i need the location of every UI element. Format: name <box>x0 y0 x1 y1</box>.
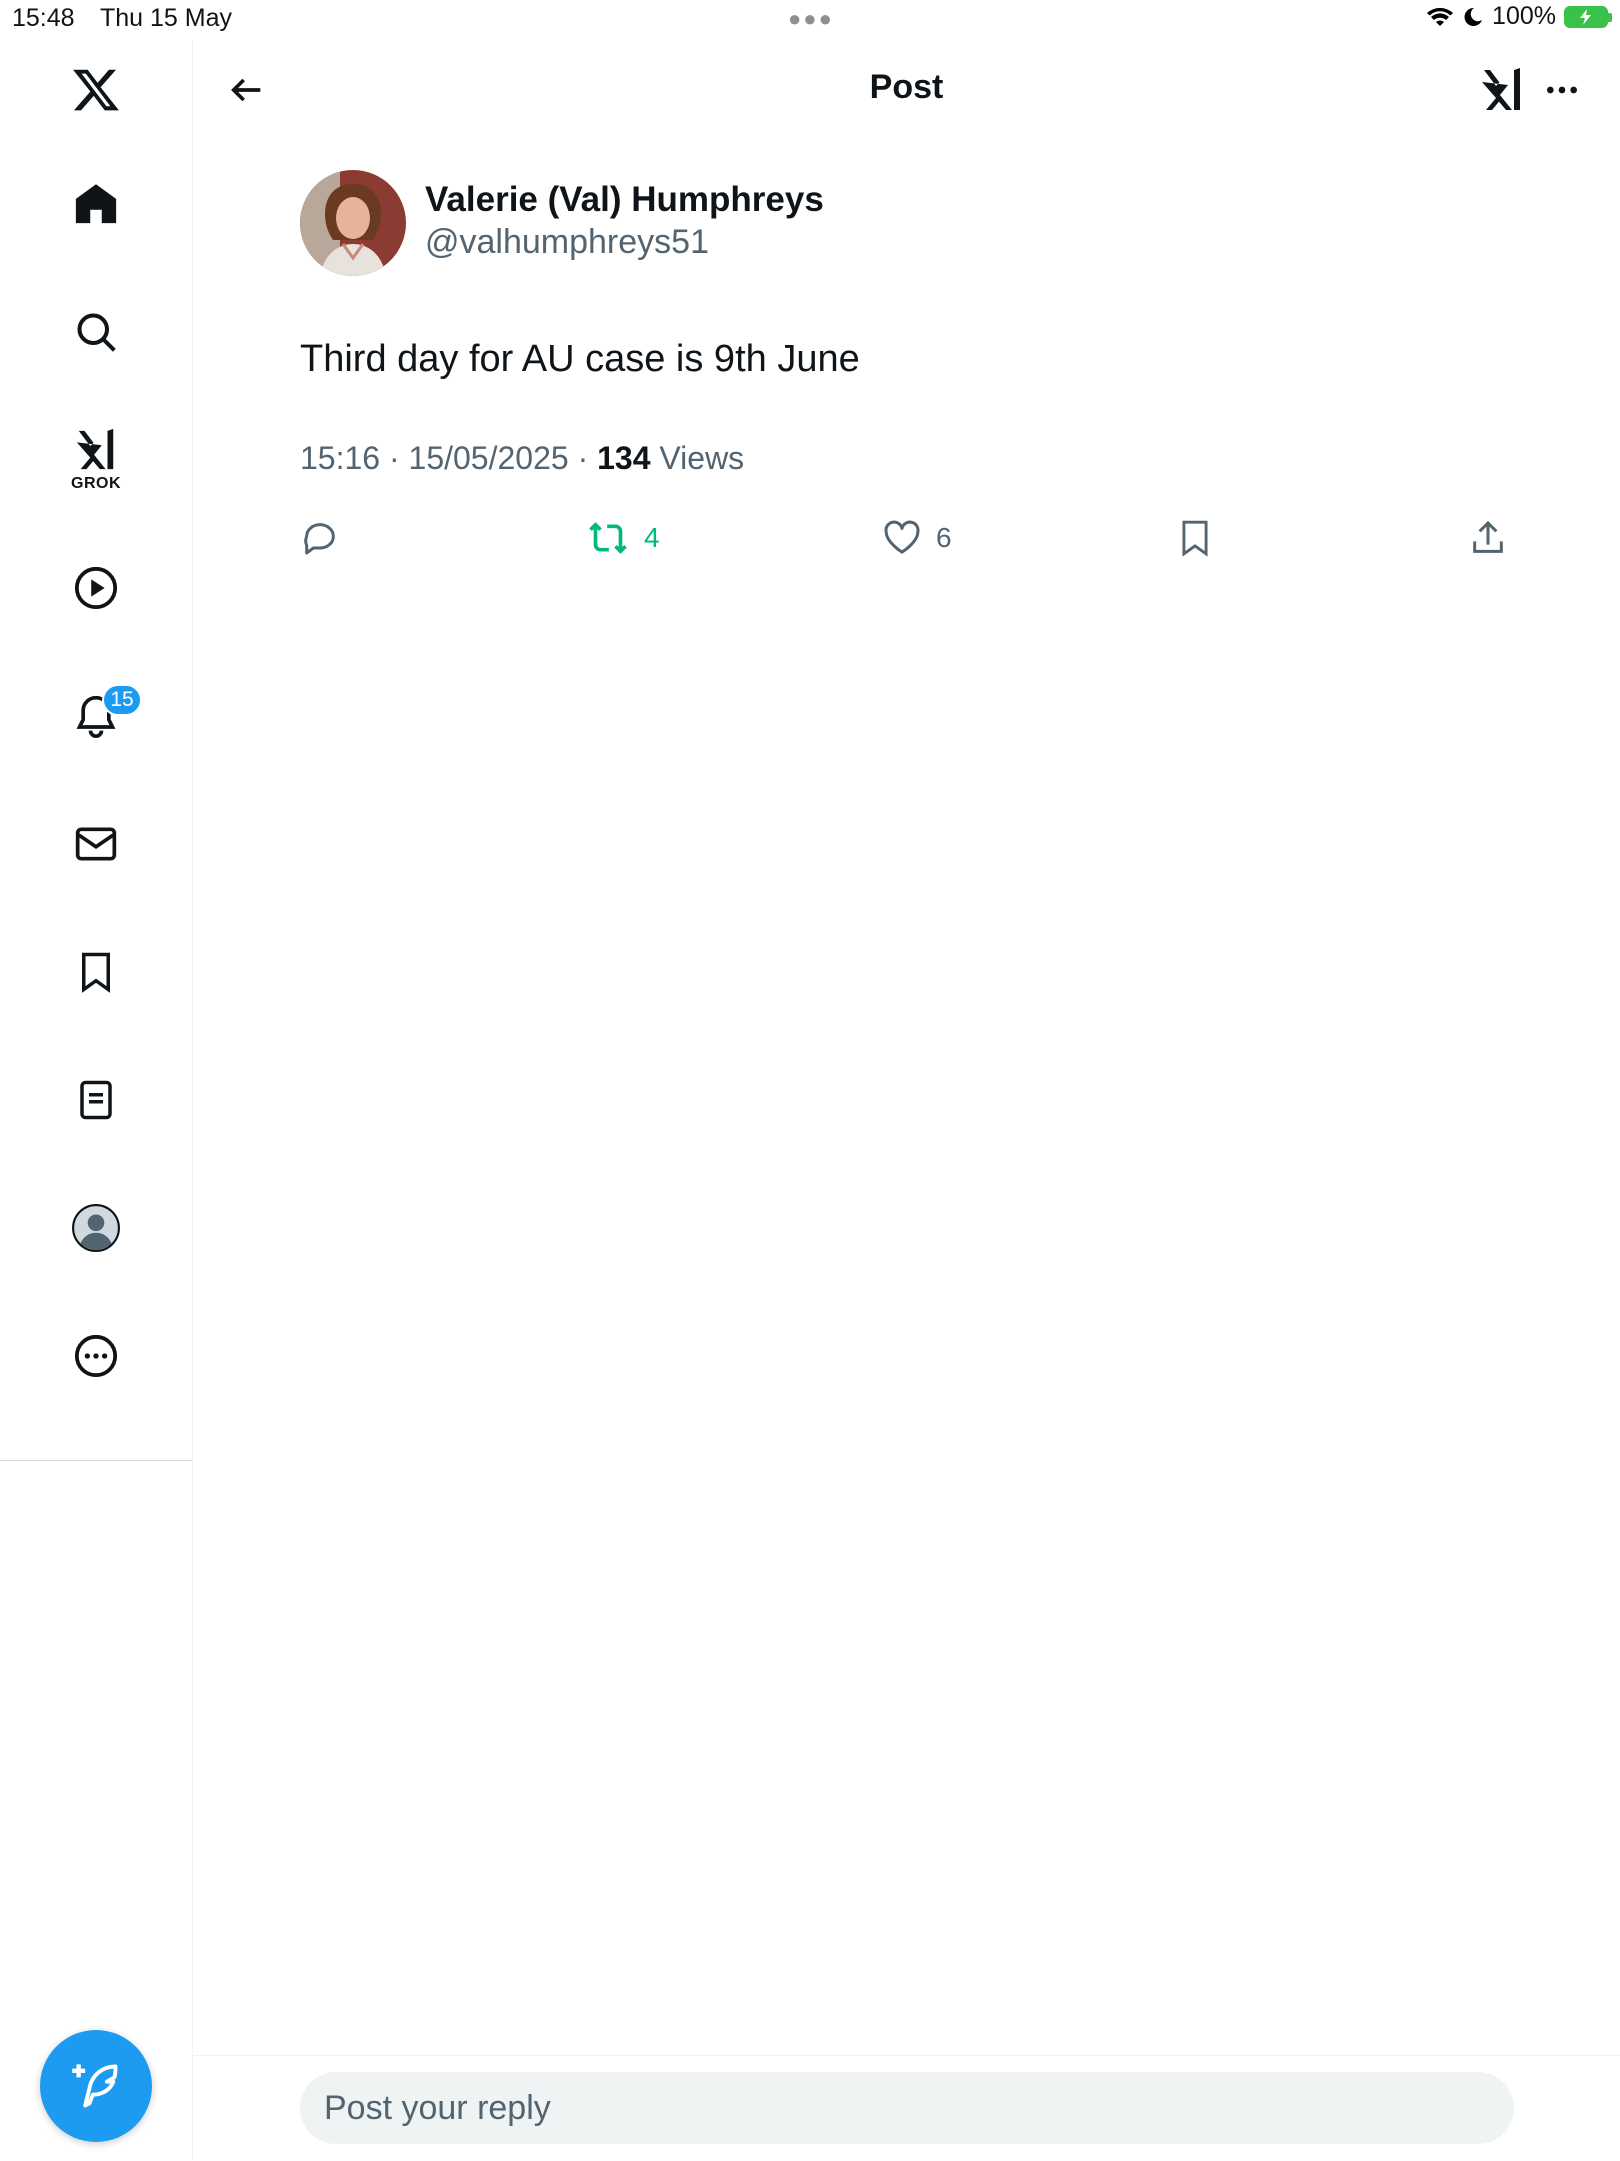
sidebar-item-search[interactable] <box>46 282 146 382</box>
status-time: 15:48 <box>12 4 75 32</box>
bookmark-button[interactable] <box>1176 508 1214 568</box>
like-button[interactable]: 6 <box>882 508 952 568</box>
sidebar-item-more[interactable] <box>46 1306 146 1406</box>
author-name[interactable]: Valerie (Val) Humphreys <box>425 180 824 220</box>
sidebar-item-messages[interactable] <box>46 794 146 894</box>
post-meta: 15:16 · 15/05/2025 · 134 Views <box>300 440 744 477</box>
sidebar: GROK 15 <box>0 40 193 2160</box>
share-icon <box>1473 520 1503 553</box>
sidebar-item-lists[interactable] <box>46 1050 146 1150</box>
more-horizontal-icon <box>1547 86 1577 94</box>
more-options-button[interactable] <box>1534 62 1590 118</box>
views-label: Views <box>650 440 745 476</box>
list-icon <box>80 1080 112 1120</box>
mail-icon <box>75 827 117 861</box>
share-button[interactable] <box>1468 508 1508 568</box>
author-handle[interactable]: @valhumphreys51 <box>425 223 709 262</box>
grok-button[interactable] <box>1474 62 1530 118</box>
battery-percent: 100% <box>1492 2 1556 30</box>
sidebar-item-grok[interactable]: GROK <box>46 410 146 510</box>
grok-icon <box>76 428 114 470</box>
like-count: 6 <box>936 522 952 553</box>
battery-icon <box>1564 5 1612 28</box>
compose-button[interactable] <box>40 2030 152 2142</box>
repost-icon <box>589 522 627 554</box>
reply-button[interactable] <box>300 508 354 568</box>
repost-button[interactable]: 4 <box>586 508 660 568</box>
sidebar-item-bookmarks[interactable] <box>46 922 146 1022</box>
sidebar-item-profile[interactable] <box>46 1178 146 1278</box>
home-icon <box>75 184 117 224</box>
post-text: Third day for AU case is 9th June <box>300 338 860 380</box>
avatar-icon <box>72 1204 120 1252</box>
status-date: Thu 15 May <box>100 4 233 32</box>
multitasking-dots-icon[interactable]: ●●● <box>788 6 834 32</box>
views-count[interactable]: 134 <box>597 440 650 476</box>
moon-icon <box>1464 7 1483 26</box>
status-indicators: 100% <box>1426 2 1612 31</box>
sidebar-item-video[interactable] <box>46 538 146 638</box>
sidebar-divider <box>0 1460 192 1461</box>
page-title: Post <box>869 68 944 106</box>
reply-bar: Post your reply <box>193 2055 1620 2161</box>
sidebar-item-notifications[interactable]: 15 <box>46 666 146 766</box>
search-icon <box>77 313 116 352</box>
post-timestamp[interactable]: 15:16 · 15/05/2025 · <box>300 440 597 476</box>
heart-icon <box>884 520 920 554</box>
notification-badge: 15 <box>102 684 142 716</box>
bookmark-icon <box>82 952 110 993</box>
compose-icon <box>72 2064 118 2108</box>
author-avatar[interactable] <box>300 170 406 276</box>
status-bar: 15:48 Thu 15 May ●●● 100% <box>0 0 1620 40</box>
post-actions: 4 6 <box>300 508 1520 568</box>
more-circle-icon <box>74 1334 118 1378</box>
wifi-icon <box>1427 7 1454 26</box>
x-logo-icon[interactable] <box>46 40 146 140</box>
grok-icon <box>1482 68 1520 110</box>
sidebar-item-home[interactable] <box>46 154 146 254</box>
play-icon <box>74 566 118 610</box>
post-header: Post <box>193 40 1620 140</box>
reply-icon <box>304 523 335 555</box>
bookmark-icon <box>1182 520 1208 557</box>
reply-input[interactable]: Post your reply <box>300 2072 1514 2144</box>
grok-label: GROK <box>71 475 121 492</box>
repost-count: 4 <box>644 522 660 553</box>
